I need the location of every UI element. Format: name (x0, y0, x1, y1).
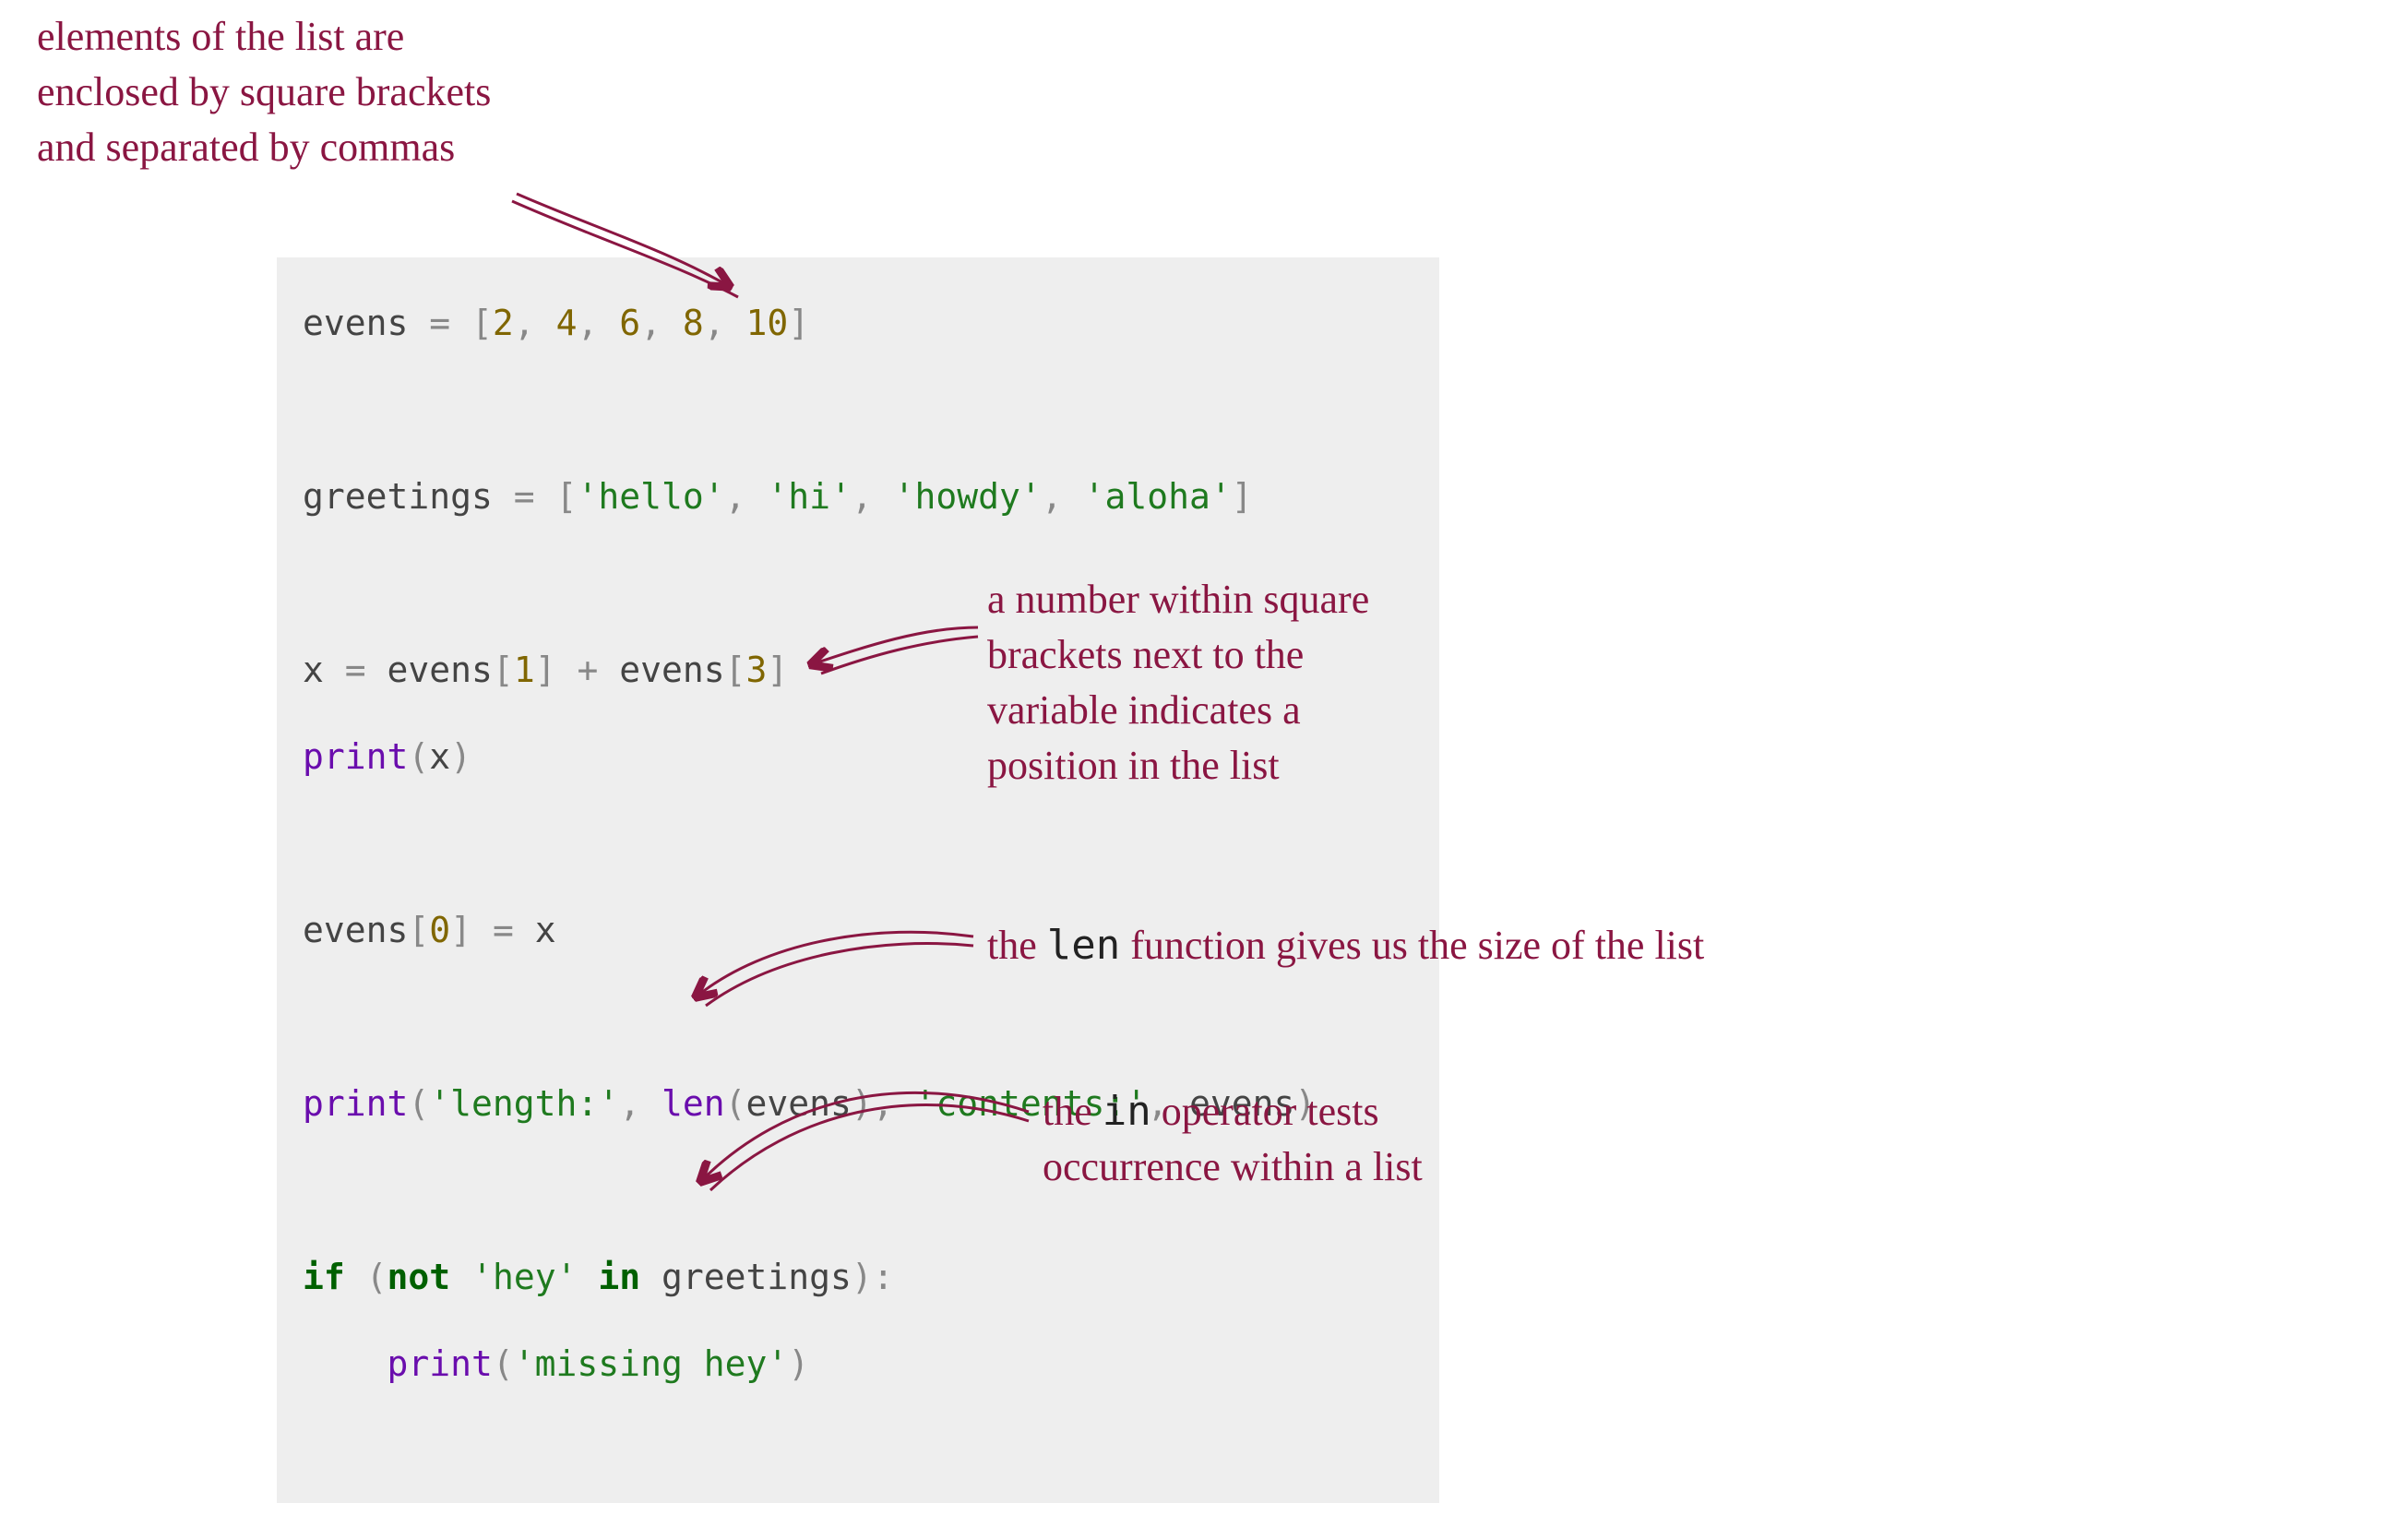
tok-var: greetings (303, 476, 493, 517)
tok-comma: , (704, 303, 746, 343)
tok-str: 'length:' (429, 1083, 619, 1124)
tok-eq: = (471, 910, 535, 950)
code-line-5: x = evens[1] + evens[3] (303, 650, 788, 690)
tok-space (450, 1257, 471, 1297)
tok-space (577, 1257, 598, 1297)
tok-rparen: ) (450, 736, 471, 777)
tok-str: 'hello' (577, 476, 724, 517)
tok-num: 2 (493, 303, 514, 343)
tok-rbracket: ] (535, 650, 556, 690)
tok-num: 3 (746, 650, 768, 690)
annotation-index: a number within square brackets next to … (987, 572, 1369, 793)
tok-num: 10 (746, 303, 789, 343)
tok-num: 4 (556, 303, 578, 343)
tok-fn-print: print (387, 1343, 493, 1384)
tok-fn-len: len (662, 1083, 725, 1124)
annotation-in-code: in (1103, 1088, 1151, 1135)
tok-indent (303, 1343, 387, 1384)
tok-num: 6 (619, 303, 640, 343)
tok-colon: : (873, 1257, 894, 1297)
tok-comma: , (619, 1083, 662, 1124)
code-line-8: evens[0] = x (303, 910, 556, 950)
diagram-stage: evens = [2, 4, 6, 8, 10] greetings = ['h… (0, 0, 2408, 1515)
tok-var: evens (619, 650, 724, 690)
tok-str: 'hi' (767, 476, 852, 517)
tok-eq: = (493, 476, 556, 517)
tok-lbracket: [ (471, 303, 493, 343)
tok-lbracket: [ (725, 650, 746, 690)
tok-str: 'missing hey' (514, 1343, 788, 1384)
annotation-list-brackets: elements of the list are enclosed by squ… (37, 9, 491, 175)
tok-lparen: ( (408, 736, 429, 777)
tok-var: x (303, 650, 324, 690)
tok-comma: , (852, 476, 894, 517)
tok-comma: , (1042, 476, 1084, 517)
tok-var: evens (387, 650, 493, 690)
tok-fn-print: print (303, 1083, 408, 1124)
tok-rparen: ) (852, 1083, 873, 1124)
tok-var: greetings (662, 1257, 852, 1297)
code-line-6: print(x) (303, 736, 471, 777)
tok-rbracket: ] (767, 650, 788, 690)
tok-var: evens (745, 1083, 851, 1124)
tok-num: 0 (429, 910, 450, 950)
tok-lbracket: [ (556, 476, 578, 517)
tok-var: evens (303, 303, 408, 343)
annotation-len-code: len (1047, 922, 1120, 969)
annotation-len-pre: the (987, 923, 1047, 968)
tok-comma: , (873, 1083, 915, 1124)
tok-rbracket: ] (450, 910, 471, 950)
tok-num: 8 (683, 303, 704, 343)
tok-comma: , (577, 303, 619, 343)
tok-lparen: ( (493, 1343, 514, 1384)
code-line-12: if (not 'hey' in greetings): (303, 1257, 894, 1297)
tok-var: evens (303, 910, 408, 950)
tok-rparen: ) (788, 1343, 809, 1384)
tok-lparen: ( (408, 1083, 429, 1124)
tok-lbracket: [ (408, 910, 429, 950)
tok-lbracket: [ (493, 650, 514, 690)
tok-num: 1 (514, 650, 535, 690)
tok-var: x (535, 910, 556, 950)
tok-kw-in: in (598, 1257, 640, 1297)
code-line-3: greetings = ['hello', 'hi', 'howdy', 'al… (303, 476, 1253, 517)
tok-rbracket: ] (788, 303, 809, 343)
annotation-in: the in operator tests occurrence within … (1043, 1084, 1423, 1195)
tok-rparen: ) (852, 1257, 873, 1297)
tok-space (345, 1257, 366, 1297)
code-line-13: print('missing hey') (303, 1343, 809, 1384)
tok-lparen: ( (725, 1083, 746, 1124)
annotation-len: the len function gives us the size of th… (987, 918, 1704, 973)
tok-lparen: ( (366, 1257, 387, 1297)
tok-comma: , (640, 303, 683, 343)
tok-plus: + (556, 650, 620, 690)
tok-fn-print: print (303, 736, 408, 777)
tok-str: 'aloha' (1084, 476, 1232, 517)
tok-str: 'hey' (471, 1257, 577, 1297)
tok-str: 'howdy' (894, 476, 1042, 517)
tok-comma: , (725, 476, 768, 517)
tok-eq: = (324, 650, 387, 690)
tok-eq: = (408, 303, 471, 343)
tok-kw-not: not (387, 1257, 451, 1297)
code-block: evens = [2, 4, 6, 8, 10] greetings = ['h… (277, 257, 1439, 1503)
tok-kw-if: if (303, 1257, 345, 1297)
annotation-len-post: function gives us the size of the list (1120, 923, 1704, 968)
tok-space (640, 1257, 662, 1297)
code-line-1: evens = [2, 4, 6, 8, 10] (303, 303, 809, 343)
tok-comma: , (514, 303, 556, 343)
tok-var: x (429, 736, 450, 777)
tok-rbracket: ] (1232, 476, 1253, 517)
annotation-in-pre: the (1043, 1089, 1103, 1134)
